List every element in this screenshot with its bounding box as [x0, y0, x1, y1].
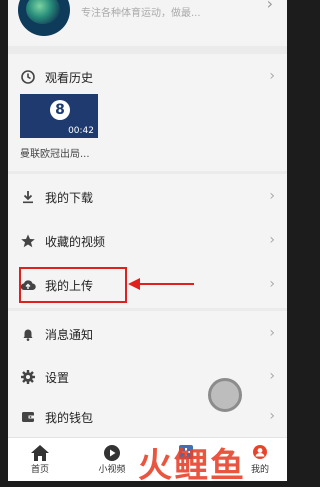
chevron-right-icon: › [266, 0, 273, 13]
annotation-arrow-head [128, 278, 140, 290]
thumbnail-badge: 8 [50, 100, 70, 120]
video-thumbnail[interactable]: 8 00:42 [20, 94, 98, 138]
favorites-row[interactable]: 收藏的视频 › [8, 218, 287, 264]
play-icon [104, 445, 120, 461]
favorites-label: 收藏的视频 [45, 235, 106, 249]
chevron-right-icon: › [269, 232, 275, 248]
tab-short-video-label: 小视频 [98, 465, 126, 475]
wallet-row[interactable]: 我的钱包 › [8, 394, 287, 440]
watermark-logo: 火鲤鱼 [138, 446, 246, 481]
settings-label: 设置 [45, 371, 70, 385]
wallet-label: 我的钱包 [45, 411, 94, 425]
bell-icon [23, 329, 33, 341]
chevron-right-icon: › [269, 276, 275, 292]
chevron-right-icon: › [269, 188, 275, 204]
football-image [26, 0, 60, 24]
video-duration: 00:42 [68, 126, 94, 136]
tab-short-video[interactable]: 小视频 [84, 438, 140, 481]
chevron-right-icon: › [269, 325, 275, 341]
home-icon [31, 445, 49, 461]
annotation-arrow [138, 283, 194, 285]
gear-icon [21, 370, 35, 384]
chevron-right-icon: › [269, 368, 275, 384]
downloads-label: 我的下载 [45, 191, 94, 205]
clock-icon [21, 70, 35, 84]
star-icon [21, 234, 35, 248]
notifications-row[interactable]: 消息通知 › [8, 311, 287, 357]
avatar[interactable] [18, 0, 70, 36]
download-icon [23, 191, 33, 204]
profile-header[interactable]: 专注各种体育运动，做最... › [8, 0, 287, 46]
floating-assistive-button[interactable] [208, 378, 242, 412]
notifications-label: 消息通知 [45, 328, 94, 342]
chevron-right-icon: › [269, 408, 275, 424]
annotation-highlight-box [19, 267, 127, 303]
chevron-right-icon: › [269, 68, 275, 84]
section-divider [8, 46, 287, 54]
tab-home-label: 首页 [30, 465, 49, 475]
tab-home[interactable]: 首页 [12, 438, 68, 481]
profile-description: 专注各种体育运动，做最... [81, 8, 201, 19]
watch-history-section: 观看历史 › 8 00:42 曼联欧冠出局... [8, 54, 287, 171]
downloads-row[interactable]: 我的下载 › [8, 174, 287, 220]
screen: 专注各种体育运动，做最... › 观看历史 › 8 00:42 曼联欧冠出局..… [8, 0, 287, 481]
wallet-icon [22, 412, 34, 422]
video-title[interactable]: 曼联欧冠出局... [20, 145, 90, 160]
watch-history-label: 观看历史 [45, 71, 94, 85]
